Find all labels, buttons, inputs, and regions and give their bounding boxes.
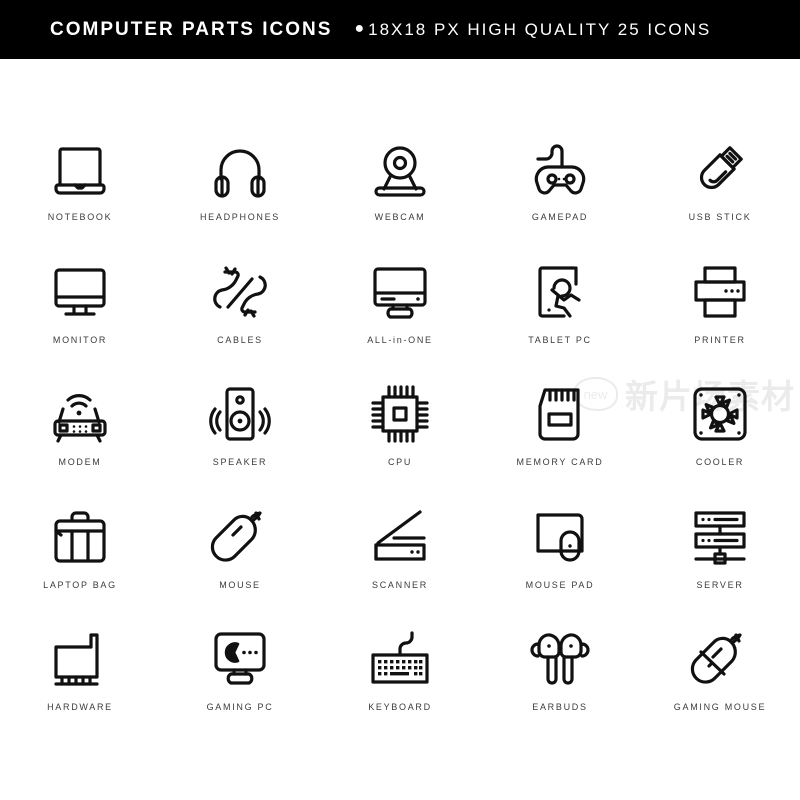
icon-cell: GAMING MOUSE — [640, 618, 800, 741]
icon-label: MOUSE PAD — [525, 579, 595, 590]
notebook-icon — [48, 128, 112, 210]
webcam-icon — [368, 128, 432, 210]
mouse-icon — [208, 496, 272, 578]
icon-label: LAPTOP BAG — [43, 579, 117, 590]
icon-cell[interactable]: NOTEBOOK — [0, 128, 160, 251]
icon-sheet-page: COMPUTER PARTS ICONS ● 18X18 PX HIGH QUA… — [0, 0, 800, 800]
icon-cell: HARDWARE — [0, 618, 160, 741]
icon-label: MODEM — [58, 457, 102, 467]
icon-label: PRINTER — [694, 334, 746, 345]
icon-cell: MODEM — [0, 373, 160, 496]
icon-cell: KEYBOARD — [320, 618, 480, 741]
headphones-icon — [208, 128, 272, 210]
icon-cell: SERVER — [640, 496, 800, 619]
hardware-icon — [48, 618, 112, 700]
icon-label: USB STICK — [688, 212, 752, 222]
earbuds-icon — [528, 618, 592, 700]
icon-cell: GAMING PC — [160, 618, 320, 741]
icon-cell: SPEAKER — [160, 373, 320, 496]
icon-cell: WEBCAM — [320, 128, 480, 251]
icon-label: SPEAKER — [212, 457, 268, 467]
icon-cell: CPU — [320, 373, 480, 496]
icon-label: HARDWARE — [47, 702, 113, 712]
icon-cell: MONITOR — [0, 251, 160, 374]
mouse-pad-icon — [528, 496, 592, 578]
icon-cell: PRINTER — [640, 251, 800, 374]
icon-cell: LAPTOP BAG — [0, 496, 160, 619]
printer-icon — [688, 251, 752, 333]
bullet-icon: ● — [354, 19, 365, 37]
icon-label: MEMORY CARD — [516, 457, 604, 467]
icon-cell: CABLES — [160, 251, 320, 374]
icon-label: CPU — [387, 457, 413, 467]
icon-label: COOLER — [695, 457, 745, 467]
icon-cell: ALL-in-ONE — [320, 251, 480, 374]
icon-label: KEYBOARD — [368, 702, 432, 712]
icon-label: EARBUDS — [532, 702, 588, 712]
monitor-icon — [48, 251, 112, 333]
icon-label: GAMING PC — [206, 702, 274, 712]
cables-icon — [208, 251, 272, 333]
tablet-pc-icon — [528, 251, 592, 333]
cpu-icon — [368, 373, 432, 455]
page-title: COMPUTER PARTS ICONS — [50, 18, 333, 40]
laptop-bag-icon — [48, 496, 112, 578]
icon-label: GAMING MOUSE — [673, 702, 767, 712]
cooler-icon — [688, 373, 752, 455]
icon-cell: COOLER — [640, 373, 800, 496]
icon-label: ALL-in-ONE — [367, 334, 433, 345]
usb-stick-icon — [688, 128, 752, 210]
icon-label: MONITOR — [52, 334, 108, 345]
icon-label: GAMEPAD — [531, 212, 589, 222]
icon-cell: MOUSE — [160, 496, 320, 619]
icon-label: CABLES — [217, 334, 263, 345]
memory-card-icon — [528, 373, 592, 455]
gaming-mouse-icon — [688, 618, 752, 700]
icon-label: TABLET PC — [528, 334, 592, 345]
scanner-icon — [368, 496, 432, 578]
icon-label: MOUSE — [219, 579, 261, 590]
icon-cell: SCANNER — [320, 496, 480, 619]
speaker-icon — [208, 373, 272, 455]
icon-label: HEADPHONES — [199, 212, 280, 222]
page-header: COMPUTER PARTS ICONS ● 18X18 PX HIGH QUA… — [0, 0, 800, 59]
icon-cell: MEMORY CARD — [480, 373, 640, 496]
gaming-pc-icon — [208, 618, 272, 700]
icon-label: SERVER — [696, 579, 744, 590]
icon-label: NOTEBOOK — [47, 212, 113, 222]
icon-label: WEBCAM — [374, 212, 426, 222]
icon-cell: TABLET PC — [480, 251, 640, 374]
icon-cell[interactable]: HEADPHONES — [160, 128, 320, 251]
icon-cell: GAMEPAD — [480, 128, 640, 251]
keyboard-icon — [368, 618, 432, 700]
icon-cell: EARBUDS — [480, 618, 640, 741]
page-subtitle: 18X18 PX HIGH QUALITY 25 ICONS — [368, 19, 712, 39]
server-icon — [688, 496, 752, 578]
icon-cell: USB STICK — [640, 128, 800, 251]
all-in-one-icon — [368, 251, 432, 333]
icon-grid: NOTEBOOK HEADPHONES WEBCAM GAMEPAD USB S… — [0, 128, 800, 741]
modem-icon — [48, 373, 112, 455]
gamepad-icon — [528, 128, 592, 210]
icon-cell: MOUSE PAD — [480, 496, 640, 619]
icon-label: SCANNER — [372, 579, 428, 590]
